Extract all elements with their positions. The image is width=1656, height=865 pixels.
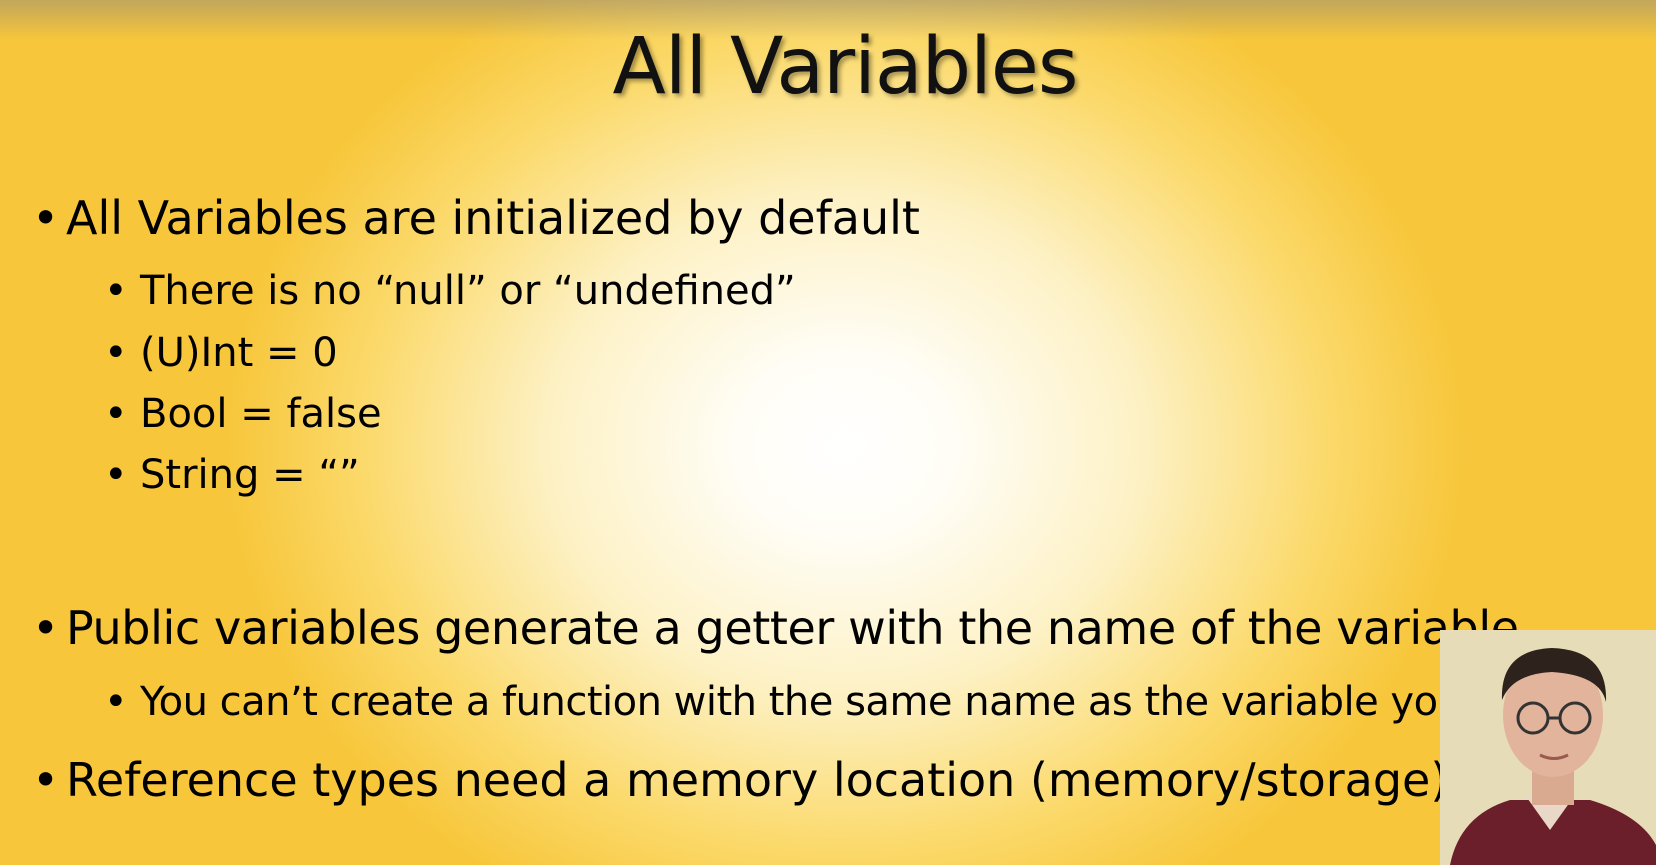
bullet-1-sub-3: • Bool = false (104, 389, 382, 439)
bullet-dot: • (104, 452, 128, 498)
bullet-dot: • (104, 330, 128, 376)
bullet-1-sub-1-text: There is no “null” or “undefined” (140, 268, 796, 314)
slide-title: All Variables (612, 22, 1079, 112)
bullet-1-sub-4-text: String = “” (140, 452, 360, 498)
bullet-dot: • (32, 601, 59, 655)
presenter-avatar (1440, 630, 1656, 865)
bullet-1-sub-4: • String = “” (104, 450, 360, 500)
bullet-1: • All Variables are initialized by defaul… (32, 190, 920, 246)
bullet-1-text: All Variables are initialized by default (66, 191, 920, 245)
bullet-dot: • (32, 191, 60, 245)
bullet-3-text: Reference types need a memory location (… (66, 753, 1449, 807)
bullet-2: • Public variables generate a getter with… (32, 600, 1519, 656)
bullet-dot: • (104, 391, 128, 437)
bullet-1-sub-1: • There is no “null” or “undefined” (104, 266, 796, 316)
bullet-1-sub-2: • (U)Int = 0 (104, 328, 338, 378)
bullet-dot: • (104, 268, 128, 314)
bullet-3: • Reference types need a memory location … (32, 752, 1448, 808)
bullet-dot: • (104, 679, 128, 725)
bullet-2-sub-1: • You can’t create a function with the sa… (104, 677, 1547, 727)
bullet-2-sub-1-text: You can’t create a function with the sam… (140, 679, 1547, 725)
bullet-1-sub-3-text: Bool = false (140, 391, 382, 437)
bullet-dot: • (32, 753, 60, 807)
bullet-1-sub-2-text: (U)Int = 0 (140, 330, 338, 376)
presenter-webcam (1440, 630, 1656, 865)
bullet-2-text: Public variables generate a getter with … (66, 601, 1519, 655)
